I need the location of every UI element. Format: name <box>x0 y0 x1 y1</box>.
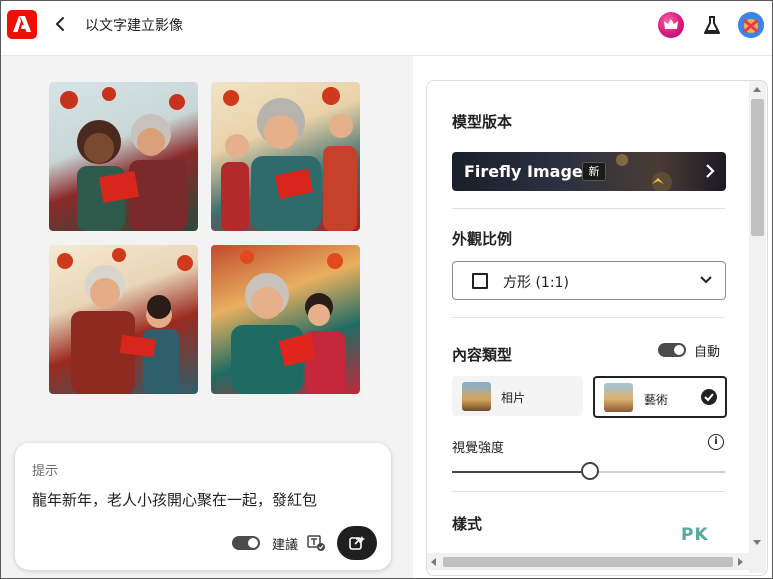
watermark: PK <box>681 525 709 545</box>
generate-button[interactable] <box>337 526 377 560</box>
info-icon[interactable]: i <box>708 434 724 450</box>
adobe-logo[interactable] <box>7 10 37 39</box>
top-bar: 以文字建立影像 <box>1 1 772 56</box>
user-avatar[interactable] <box>738 12 764 38</box>
scroll-up-arrow[interactable] <box>753 87 761 92</box>
scroll-down-arrow[interactable] <box>753 540 761 545</box>
suggestions-label: 建議 <box>272 538 299 553</box>
adobe-a-icon <box>13 16 31 32</box>
aspect-section-title: 外觀比例 <box>452 230 513 248</box>
suggestion-check-icon[interactable] <box>307 535 325 551</box>
style-section-title: 樣式 <box>452 515 483 533</box>
generated-image-1[interactable] <box>49 82 198 231</box>
horizontal-scrollbar-thumb[interactable] <box>443 557 733 567</box>
generated-image-3[interactable] <box>49 245 198 394</box>
content-type-art[interactable]: 藝術 <box>593 376 727 418</box>
prompt-label: 提示 <box>32 464 59 479</box>
divider <box>452 317 725 318</box>
premium-crown-icon[interactable] <box>658 12 684 38</box>
new-badge: 新 <box>582 162 606 181</box>
art-thumbnail <box>604 383 633 412</box>
photo-thumbnail <box>462 382 491 411</box>
square-icon <box>472 273 488 289</box>
scrollbar-thumb[interactable] <box>751 99 764 236</box>
model-version-selector[interactable]: Firefly Image 2 新 <box>452 152 726 191</box>
divider <box>452 491 725 492</box>
image-gallery: 提示 龍年新年，老人小孩開心聚在一起，發紅包 建議 <box>1 56 413 578</box>
generated-image-2[interactable] <box>211 82 360 231</box>
scroll-right-arrow[interactable] <box>738 558 743 566</box>
aspect-ratio-dropdown[interactable]: 方形 (1:1) <box>452 261 726 300</box>
suggestions-toggle[interactable] <box>232 536 260 550</box>
aspect-ratio-value: 方形 (1:1) <box>503 275 569 291</box>
labs-flask-icon[interactable] <box>699 12 725 38</box>
checkmark-icon <box>701 389 717 405</box>
divider <box>452 208 725 209</box>
scroll-left-arrow[interactable] <box>431 558 436 566</box>
back-chevron-icon[interactable] <box>53 15 69 33</box>
slider-handle[interactable] <box>581 462 599 480</box>
content-type-photo[interactable]: 相片 <box>452 376 583 416</box>
generated-image-4[interactable] <box>211 245 360 394</box>
app-window: 以文字建立影像 提示 龍年新年，老人小孩開心聚在一起，發紅包 建議 模型版本 F… <box>0 0 773 579</box>
settings-panel: 模型版本 Firefly Image 2 新 外觀比例 方形 (1:1) 內容類… <box>426 80 768 576</box>
prompt-input[interactable]: 龍年新年，老人小孩開心聚在一起，發紅包 <box>32 489 317 510</box>
horizontal-scrollbar[interactable] <box>427 553 749 570</box>
visual-intensity-label: 視覺強度 <box>452 441 505 456</box>
prompt-box: 提示 龍年新年，老人小孩開心聚在一起，發紅包 建議 <box>15 443 391 570</box>
content-type-label: 藝術 <box>644 393 669 407</box>
auto-label: 自動 <box>694 345 721 360</box>
content-type-title: 內容類型 <box>452 346 513 364</box>
page-title: 以文字建立影像 <box>85 18 183 34</box>
content-type-label: 相片 <box>501 391 526 405</box>
model-name: Firefly Image 2 <box>464 162 600 181</box>
vertical-scrollbar[interactable] <box>749 81 766 573</box>
generate-icon <box>349 536 365 550</box>
auto-toggle[interactable] <box>658 343 686 357</box>
chevron-down-icon <box>700 276 712 284</box>
chevron-right-icon <box>706 164 715 178</box>
model-section-title: 模型版本 <box>452 113 513 131</box>
slider-fill <box>452 471 589 473</box>
